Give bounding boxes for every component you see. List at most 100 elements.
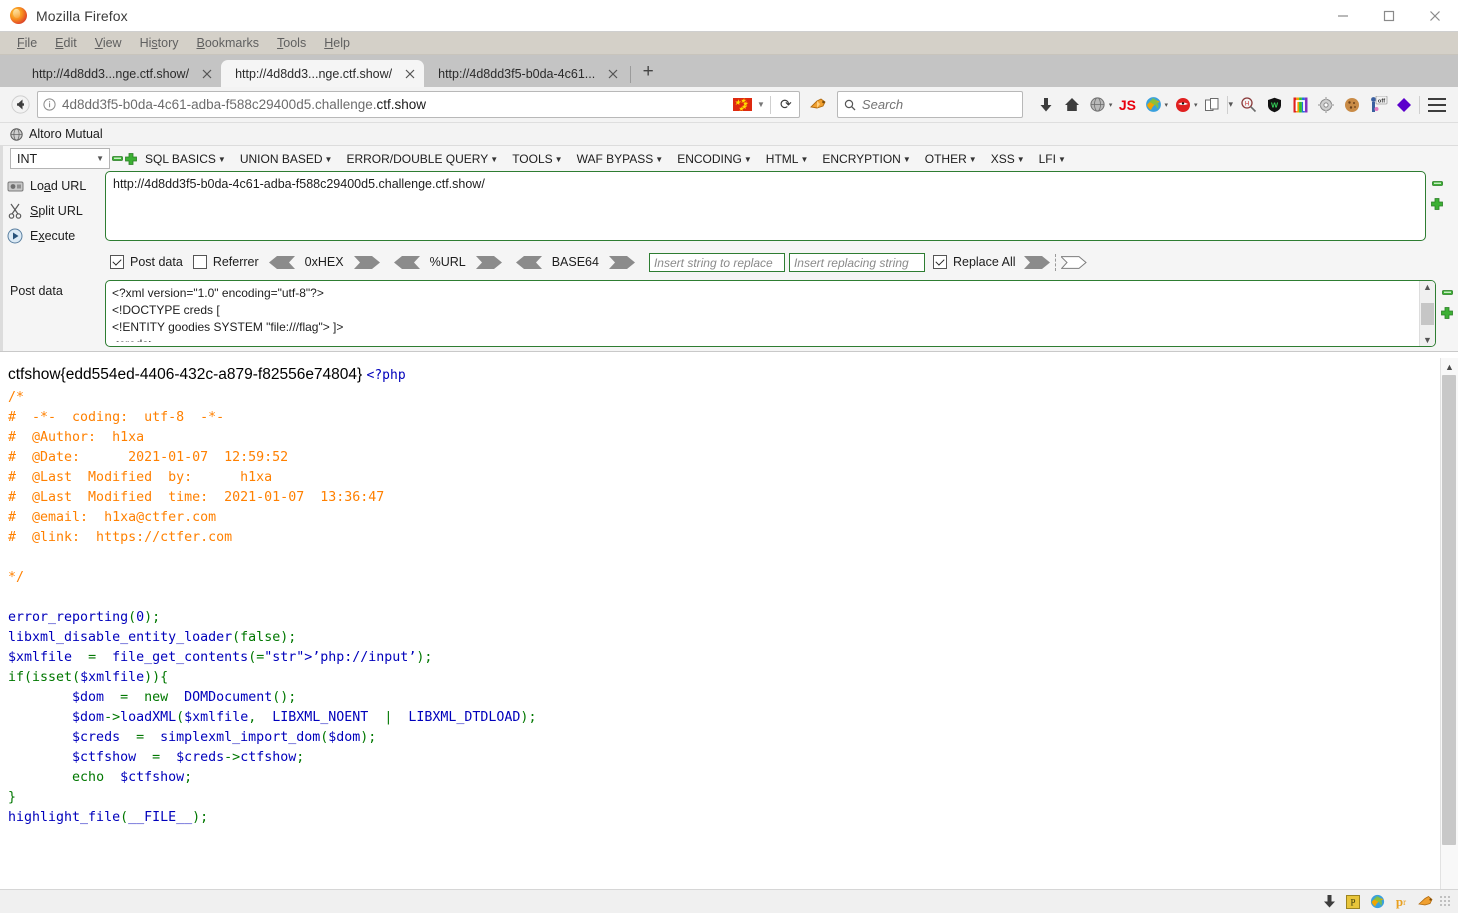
proxy-swirl-icon[interactable]: [1140, 92, 1166, 118]
menu-label: UNION BASED: [239, 151, 323, 166]
hamburger-menu-icon[interactable]: [1422, 92, 1452, 118]
close-icon[interactable]: [1412, 0, 1458, 31]
replace-outline-arrow-icon[interactable]: [1059, 255, 1087, 269]
hackbar-menu-union-based[interactable]: UNION BASED ▼: [233, 152, 340, 166]
diamond-icon[interactable]: [1391, 92, 1417, 118]
post-row-add-button[interactable]: [1441, 307, 1453, 322]
menu-label: TOOLS: [512, 151, 553, 166]
hackbar-red-icon[interactable]: [1170, 92, 1196, 118]
scroll-down-icon[interactable]: ▼: [1423, 334, 1432, 346]
url-bar[interactable]: 4d8dd3f5-b0da-4c61-adba-f588c29400d5.cha…: [37, 91, 800, 118]
menu-edit-rest: dit: [63, 36, 77, 50]
rainbow-icon[interactable]: [1287, 92, 1313, 118]
replace-apply-arrow-icon[interactable]: [1023, 255, 1050, 269]
download-arrow-icon[interactable]: [1033, 92, 1059, 118]
browser-tab-2[interactable]: http://4d8dd3...nge.ctf.show/: [221, 60, 425, 87]
home-icon[interactable]: [1059, 92, 1085, 118]
hackbar-type-select[interactable]: INT ▼: [10, 148, 110, 169]
post-data-checkbox[interactable]: Post data: [110, 255, 183, 269]
bookmarks-bar: Altoro Mutual: [0, 123, 1458, 146]
hackbar-menu-other[interactable]: OTHER ▼: [918, 152, 984, 166]
post-row-remove-button[interactable]: [1441, 286, 1453, 301]
hackbar-menu-sql-basics[interactable]: SQL BASICS ▼: [138, 152, 233, 166]
menu-file[interactable]: File: [8, 32, 46, 54]
pr-icon[interactable]: pr: [1389, 891, 1413, 913]
flag-dropdown-caret-icon[interactable]: ▼: [754, 100, 768, 109]
page-scroll-track[interactable]: [1441, 375, 1458, 896]
hackbar-icon[interactable]: [1413, 891, 1437, 913]
china-flag-icon[interactable]: ★ ★ ★ ★ ★: [732, 98, 752, 113]
replace-to-input[interactable]: Insert replacing string: [788, 252, 925, 272]
scroll-up-icon[interactable]: ▲: [1423, 281, 1432, 293]
search-bar[interactable]: Search: [836, 91, 1023, 118]
replace-from-input[interactable]: Insert string to replace: [648, 252, 785, 272]
minimize-icon[interactable]: [1320, 0, 1366, 31]
hackbar-url-row: Load URL Split URL Execute http://4d8dd3…: [0, 171, 1458, 248]
page-copy-icon[interactable]: [1199, 92, 1225, 118]
post-data-scrollbar[interactable]: ▲ ▼: [1419, 281, 1435, 346]
js-toggle-icon[interactable]: JS: [1114, 92, 1140, 118]
hackbar-menu-waf-bypass[interactable]: WAF BYPASS ▼: [570, 152, 671, 166]
hackbar-remove-button[interactable]: [110, 149, 124, 168]
p-badge-icon[interactable]: P: [1341, 891, 1365, 913]
url-encode-arrow-icon[interactable]: [475, 255, 502, 269]
overflow-caret-icon[interactable]: ▾: [1228, 99, 1233, 110]
menu-tools[interactable]: Tools: [268, 32, 315, 54]
menu-view-rest: iew: [102, 36, 122, 50]
globe-grey-icon[interactable]: [1085, 92, 1111, 118]
replace-all-checkbox[interactable]: Replace All: [932, 255, 1016, 269]
url-row-remove-button[interactable]: [1431, 177, 1443, 192]
encoder-url-group: %URL: [393, 255, 502, 269]
back-arrow-icon[interactable]: [6, 90, 35, 119]
site-info-icon[interactable]: [38, 98, 60, 111]
hackbar-menu-html[interactable]: HTML ▼: [759, 152, 816, 166]
post-data-textarea[interactable]: <?xml version="1.0" encoding="utf-8"?> <…: [105, 280, 1436, 347]
tab-close-icon[interactable]: [199, 66, 215, 82]
menu-help[interactable]: Help: [315, 32, 359, 54]
proxy-swirl-icon[interactable]: [1365, 891, 1389, 913]
browser-tab-3[interactable]: http://4d8dd3f5-b0da-4c61...: [424, 60, 628, 87]
base64-decode-arrow-icon[interactable]: [515, 255, 542, 269]
tab-close-icon[interactable]: [605, 66, 621, 82]
menu-history[interactable]: History: [131, 32, 188, 54]
bookmark-altoro-mutual[interactable]: Altoro Mutual: [29, 127, 103, 141]
new-tab-button[interactable]: +: [634, 58, 662, 87]
page-scroll-thumb[interactable]: [1442, 375, 1456, 845]
referrer-checkbox[interactable]: Referrer: [192, 255, 259, 269]
hackbar-execute-button[interactable]: Execute: [0, 223, 105, 248]
hackbar-menu-lfi[interactable]: LFI ▼: [1032, 152, 1073, 166]
url-row-add-button[interactable]: [1431, 198, 1443, 213]
zoom-search-icon[interactable]: H: [1235, 92, 1261, 118]
hackbar-load-url-button[interactable]: Load URL: [0, 173, 105, 198]
gear-icon[interactable]: [1313, 92, 1339, 118]
hackbar-split-url-button[interactable]: Split URL: [0, 198, 105, 223]
cookie-icon[interactable]: [1339, 92, 1365, 118]
wappalyzer-shield-icon[interactable]: W: [1261, 92, 1287, 118]
base64-encode-arrow-icon[interactable]: [608, 255, 635, 269]
hackbar-menu-encoding[interactable]: ENCODING ▼: [670, 152, 759, 166]
hex-decode-arrow-icon[interactable]: [268, 255, 295, 269]
hackbar-menu-tools[interactable]: TOOLS ▼: [505, 152, 569, 166]
tab-close-icon[interactable]: [402, 66, 418, 82]
hackbar-icon[interactable]: [804, 90, 833, 119]
page-scroll-up-icon[interactable]: ▲: [1441, 358, 1458, 375]
hackbar-add-button[interactable]: [124, 149, 138, 168]
scroll-thumb[interactable]: [1421, 302, 1434, 325]
maximize-icon[interactable]: [1366, 0, 1412, 31]
hex-encode-arrow-icon[interactable]: [353, 255, 380, 269]
reload-icon[interactable]: ⟳: [773, 96, 799, 113]
off-toggle-icon[interactable]: off: [1365, 92, 1391, 118]
hackbar-menu-error-double-query[interactable]: ERROR/DOUBLE QUERY ▼: [339, 152, 505, 166]
resize-grip-icon[interactable]: [1440, 895, 1452, 908]
menu-edit[interactable]: Edit: [46, 32, 86, 54]
hackbar-menu-xss[interactable]: XSS ▼: [984, 152, 1032, 166]
hackbar-menu-encryption[interactable]: ENCRYPTION ▼: [815, 152, 917, 166]
download-arrow-icon[interactable]: [1317, 891, 1341, 913]
menu-label: ENCODING: [677, 151, 742, 166]
hackbar-url-input[interactable]: http://4d8dd3f5-b0da-4c61-adba-f588c2940…: [105, 171, 1426, 241]
url-decode-arrow-icon[interactable]: [393, 255, 420, 269]
browser-tab-1[interactable]: http://4d8dd3...nge.ctf.show/: [18, 60, 222, 87]
page-scrollbar[interactable]: ▲ ▼: [1440, 358, 1458, 913]
menu-bookmarks[interactable]: Bookmarks: [188, 32, 269, 54]
menu-view[interactable]: View: [86, 32, 131, 54]
